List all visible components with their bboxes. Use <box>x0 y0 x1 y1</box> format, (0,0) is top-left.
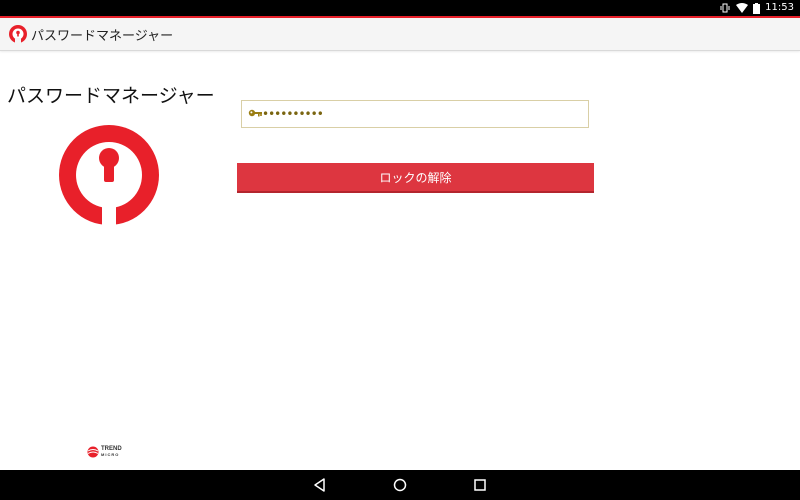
status-bar: 11:53 <box>0 0 800 16</box>
trend-micro-logo: TREND MICRO <box>87 446 122 458</box>
recents-icon[interactable] <box>472 477 488 493</box>
back-icon[interactable] <box>312 477 328 493</box>
wifi-icon <box>736 3 749 13</box>
battery-icon <box>753 2 761 14</box>
app-bar-title: パスワードマネージャー <box>31 29 174 44</box>
home-icon[interactable] <box>392 477 408 493</box>
navigation-bar <box>0 470 800 500</box>
trend-micro-ball-icon <box>87 446 99 458</box>
vibrate-icon <box>720 3 730 13</box>
password-field[interactable] <box>241 100 589 128</box>
brand-text: TREND MICRO <box>101 446 122 458</box>
status-time: 11:53 <box>765 2 794 13</box>
password-manager-logo-icon <box>9 25 27 45</box>
password-manager-logo-icon <box>59 125 159 225</box>
key-icon <box>248 109 262 117</box>
brand-line2: MICRO <box>101 452 120 457</box>
app-bar: パスワードマネージャー <box>0 18 800 51</box>
unlock-button[interactable]: ロックの解除 <box>237 163 594 193</box>
status-icons: 11:53 <box>719 1 794 15</box>
password-input[interactable] <box>262 103 582 125</box>
page-title: パスワードマネージャー <box>7 85 215 107</box>
